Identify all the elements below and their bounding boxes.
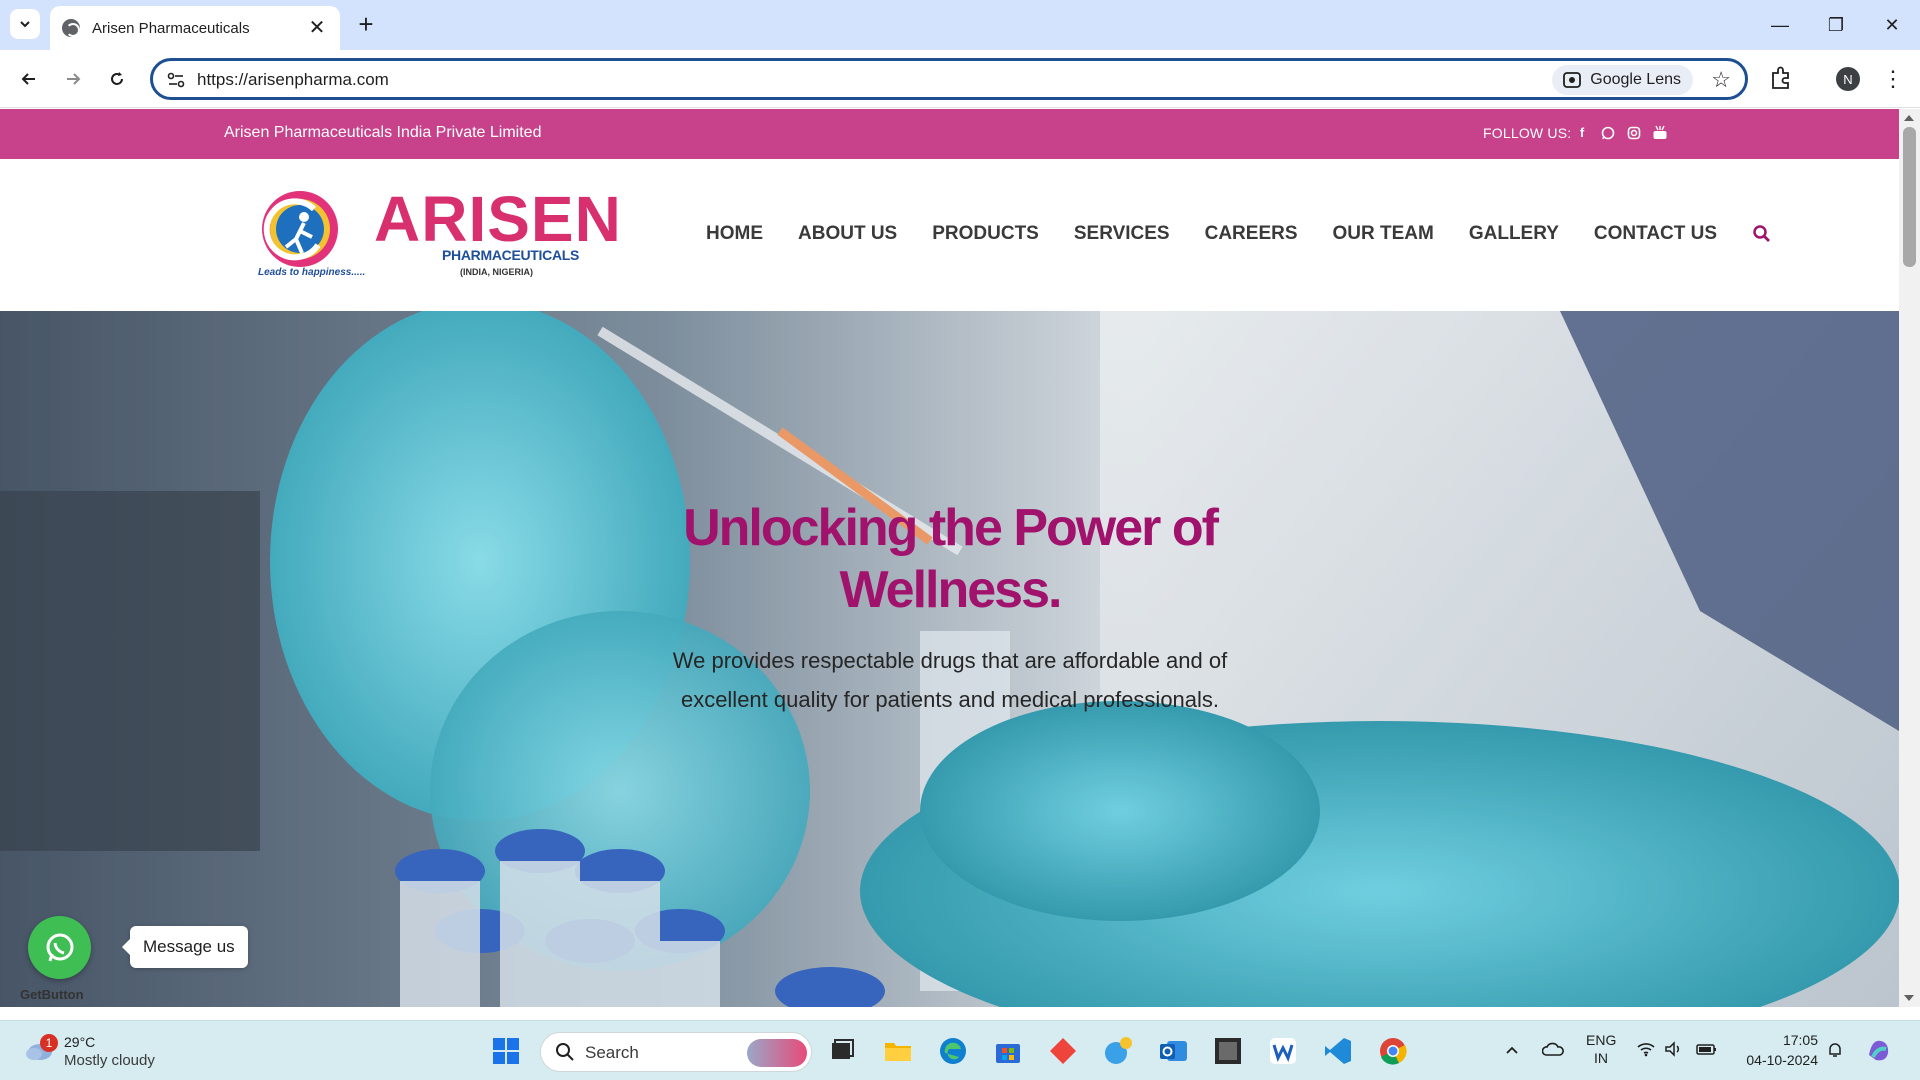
reload-button[interactable] (102, 64, 132, 94)
close-tab-icon[interactable]: ✕ (306, 17, 328, 39)
google-lens-button[interactable]: Google Lens (1552, 65, 1693, 95)
region-code: IN (1594, 1050, 1608, 1066)
file-explorer-icon[interactable] (882, 1035, 914, 1067)
logo-brand: ARISEN (374, 183, 622, 255)
forward-button[interactable] (58, 64, 88, 94)
arrow-right-icon (67, 73, 81, 85)
copilot-icon[interactable] (1864, 1035, 1894, 1065)
nav-services[interactable]: SERVICES (1074, 223, 1170, 245)
media-app-icon[interactable] (1212, 1035, 1244, 1067)
company-name: Arisen Pharmaceuticals India Private Lim… (224, 124, 542, 141)
instagram-icon[interactable] (1626, 125, 1642, 141)
windows-taskbar: 1 29°C Mostly cloudy Search ENG IN 17:05… (0, 1020, 1920, 1080)
globe-icon (62, 19, 80, 37)
whatsapp-icon (46, 933, 73, 961)
scroll-down-arrow[interactable] (1904, 995, 1914, 1001)
windows-start-icon[interactable] (490, 1035, 522, 1067)
logo-tagline: Leads to happiness..... (258, 267, 366, 278)
weather-widget[interactable]: 1 29°C Mostly cloudy (20, 1030, 190, 1072)
chevron-down-icon (20, 21, 30, 28)
word-app-icon[interactable] (1267, 1035, 1299, 1067)
arisen-logo[interactable]: ARISEN PHARMACEUTICALS (INDIA, NIGERIA) … (256, 187, 628, 283)
outlook-icon[interactable] (1157, 1035, 1189, 1067)
chrome-icon[interactable] (1377, 1035, 1409, 1067)
hero-title: Unlocking the Power of Wellness. (683, 499, 1219, 619)
site-header: ARISEN PHARMACEUTICALS (INDIA, NIGERIA) … (0, 159, 1899, 311)
microsoft-store-icon[interactable] (992, 1035, 1024, 1067)
weather-temperature: 29°C (64, 1034, 96, 1050)
follow-us-label: FOLLOW US: (1483, 125, 1572, 141)
nav-careers[interactable]: CAREERS (1205, 223, 1298, 245)
nav-home[interactable]: HOME (706, 223, 763, 245)
edge-browser-icon[interactable] (937, 1035, 969, 1067)
tab-search-button[interactable] (10, 9, 40, 39)
weather-badge: 1 (40, 1034, 58, 1052)
logo-region: (INDIA, NIGERIA) (460, 267, 533, 277)
back-button[interactable] (14, 64, 44, 94)
browser-tab-strip: Arisen Pharmaceuticals ✕ + — ❐ ✕ (0, 0, 1920, 50)
youtube-icon[interactable] (1652, 125, 1668, 141)
task-view-icon[interactable] (826, 1035, 858, 1067)
close-window-button[interactable]: ✕ (1864, 0, 1920, 50)
hero-banner: Unlocking the Power of Wellness. We prov… (0, 311, 1899, 1007)
hero-description: We provides respectable drugs that are a… (672, 648, 1228, 712)
active-tab[interactable]: Arisen Pharmaceuticals ✕ (50, 6, 340, 50)
anydesk-icon[interactable] (1047, 1035, 1079, 1067)
language-code: ENG (1586, 1032, 1617, 1048)
onedrive-cloud-icon[interactable] (1542, 1041, 1564, 1057)
nav-products[interactable]: PRODUCTS (932, 223, 1039, 245)
battery-icon[interactable] (1696, 1041, 1718, 1057)
copilot-app-icon[interactable] (1102, 1035, 1134, 1067)
whatsapp-chat-button[interactable] (28, 916, 91, 979)
arrow-left-icon (21, 73, 35, 85)
minimize-button[interactable]: — (1752, 0, 1808, 50)
taskbar-search[interactable]: Search (540, 1032, 812, 1072)
address-bar[interactable]: https://arisenpharma.com Google Lens ☆ (150, 58, 1748, 100)
clock-time: 17:05 (1782, 1032, 1818, 1048)
chevron-up-icon[interactable] (1505, 1045, 1519, 1055)
notification-bell-icon[interactable] (1826, 1041, 1844, 1059)
system-clock[interactable]: 17:05 04-10-2024 (1738, 1030, 1818, 1070)
taskbar-search-label: Search (585, 1043, 639, 1062)
url-text[interactable]: https://arisenpharma.com (197, 70, 389, 90)
google-lens-label: Google Lens (1590, 71, 1681, 88)
top-info-bar: Arisen Pharmaceuticals India Private Lim… (0, 109, 1899, 159)
clock-date: 04-10-2024 (1746, 1052, 1818, 1068)
page-viewport: Arisen Pharmaceuticals India Private Lim… (0, 109, 1899, 1007)
scroll-up-arrow[interactable] (1904, 115, 1914, 121)
nav-our-team[interactable]: OUR TEAM (1333, 223, 1434, 245)
browser-menu-icon[interactable]: ⋮ (1880, 64, 1906, 94)
profile-avatar[interactable]: N (1836, 67, 1860, 91)
vscode-icon[interactable] (1322, 1035, 1354, 1067)
extensions-icon[interactable] (1768, 64, 1794, 94)
reload-icon (111, 72, 123, 85)
restore-button[interactable]: ❐ (1808, 0, 1864, 50)
volume-icon[interactable] (1664, 1041, 1684, 1057)
search-icon (556, 1043, 574, 1061)
new-tab-button[interactable]: + (352, 11, 380, 39)
bookmark-star-icon[interactable]: ☆ (1711, 67, 1731, 93)
scrollbar-thumb[interactable] (1903, 127, 1916, 267)
weather-description: Mostly cloudy (64, 1052, 155, 1069)
nav-contact-us[interactable]: CONTACT US (1594, 223, 1717, 245)
wifi-icon[interactable] (1636, 1041, 1656, 1057)
main-navigation: HOME ABOUT US PRODUCTS SERVICES CAREERS … (706, 223, 1772, 245)
tab-title: Arisen Pharmaceuticals (92, 19, 250, 37)
site-info-icon[interactable] (165, 69, 187, 91)
whatsapp-message-label[interactable]: Message us (122, 926, 248, 968)
page-scrollbar[interactable] (1899, 109, 1920, 1007)
nav-gallery[interactable]: GALLERY (1469, 223, 1559, 245)
whatsapp-icon[interactable] (1600, 125, 1616, 141)
getbutton-brand[interactable]: GetButton (20, 987, 84, 1002)
nav-about-us[interactable]: ABOUT US (798, 223, 897, 245)
camera-lens-icon (1563, 72, 1582, 88)
facebook-icon[interactable]: f (1574, 125, 1590, 141)
search-highlight-image (747, 1039, 807, 1067)
language-indicator[interactable]: ENG IN (1586, 1031, 1616, 1067)
search-icon[interactable] (1752, 224, 1772, 244)
window-controls: — ❐ ✕ (1752, 0, 1920, 50)
browser-toolbar: https://arisenpharma.com Google Lens ☆ N… (0, 50, 1920, 108)
logo-subtitle: PHARMACEUTICALS (442, 247, 580, 263)
